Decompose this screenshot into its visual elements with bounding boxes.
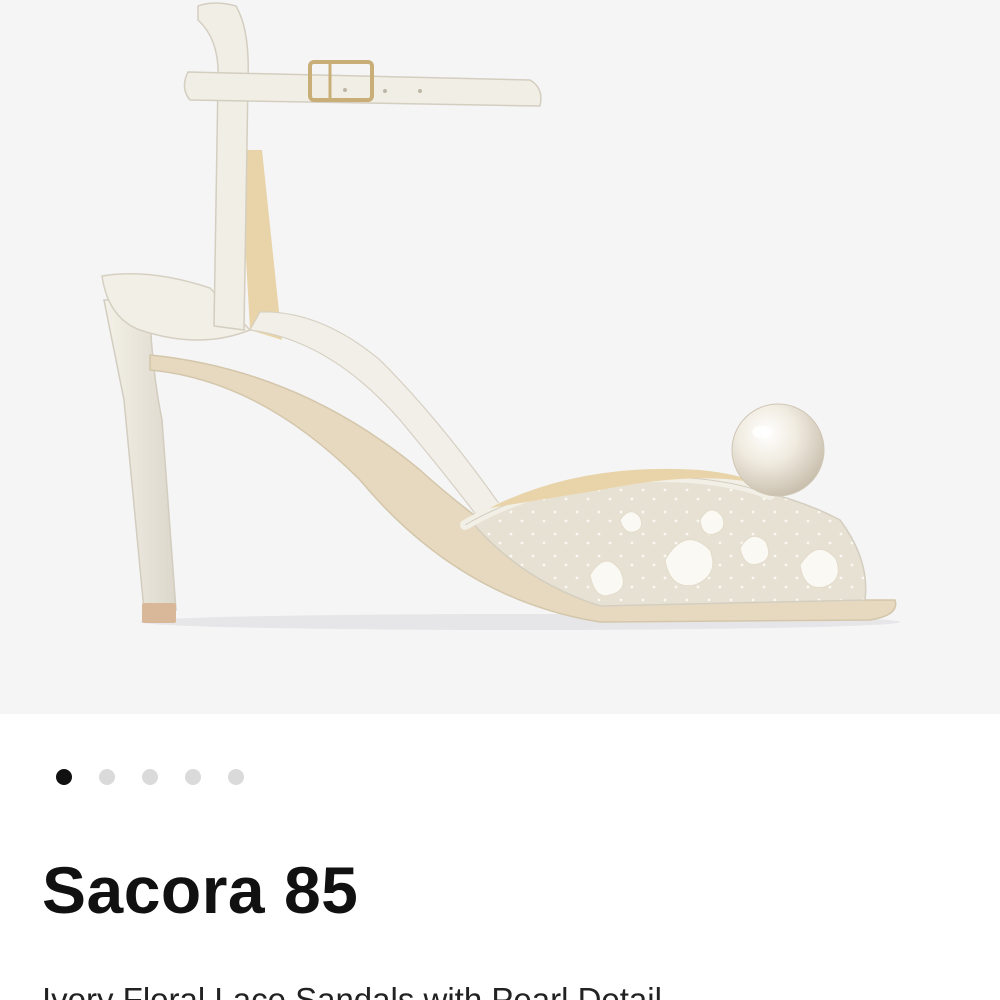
product-title: Sacora 85: [42, 853, 359, 927]
heel-tip: [142, 603, 176, 623]
product-image[interactable]: [0, 0, 1000, 714]
carousel-dot-4[interactable]: [185, 769, 201, 785]
product-description: Ivory Floral Lace Sandals with Pearl Det…: [42, 981, 662, 1000]
pearl-icon: [731, 403, 825, 497]
carousel-dot-5[interactable]: [228, 769, 244, 785]
carousel-dots: [56, 769, 244, 785]
carousel-dot-3[interactable]: [142, 769, 158, 785]
product-page: Sacora 85 Ivory Floral Lace Sandals with…: [0, 0, 1000, 1000]
carousel-dot-1[interactable]: [56, 769, 72, 785]
heel: [103, 299, 177, 611]
ankle-strap-vertical: [197, 2, 249, 331]
carousel-dot-2[interactable]: [99, 769, 115, 785]
sandal-illustration: [101, 2, 900, 630]
